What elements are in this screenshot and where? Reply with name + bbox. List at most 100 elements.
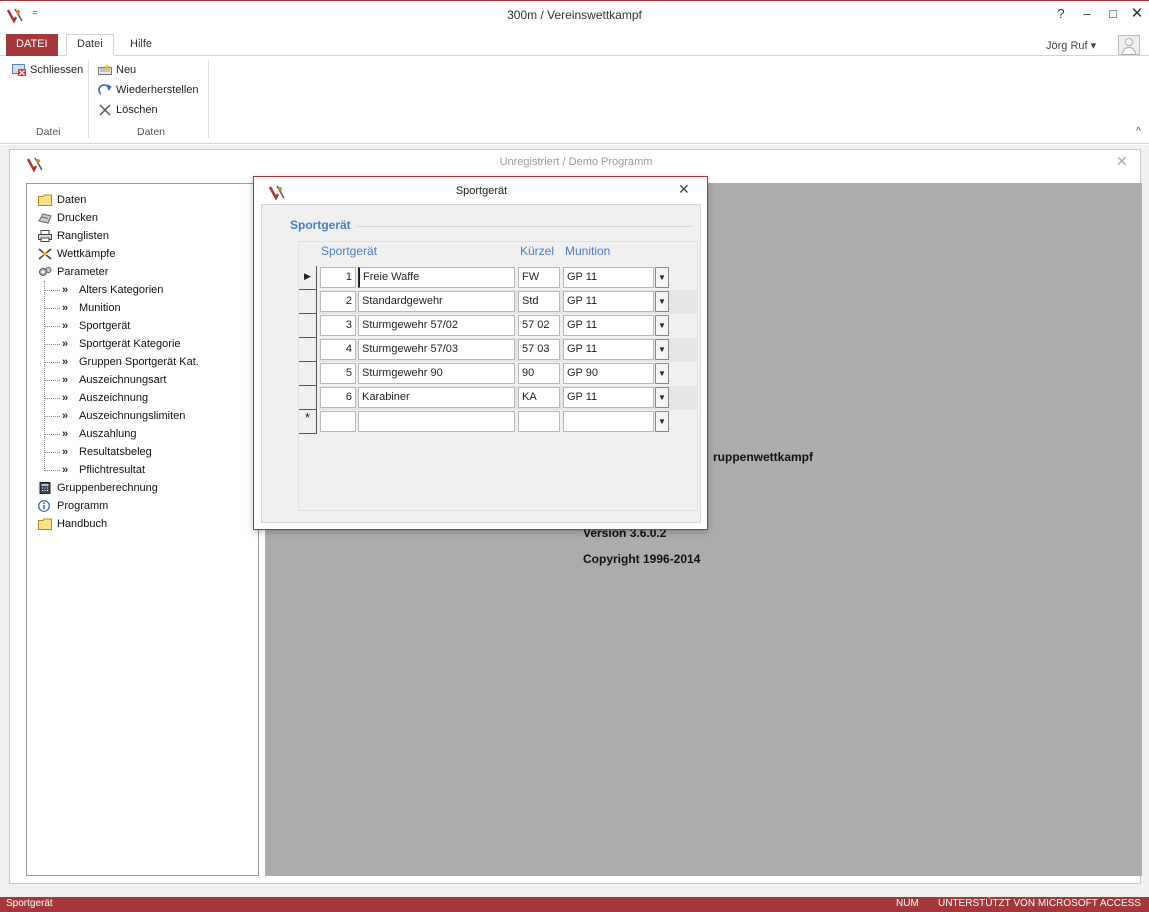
kuerzel-field[interactable]: 57 02 <box>518 315 560 336</box>
nav-subitem-resultatsbeleg[interactable]: » Resultatsbeleg <box>38 443 199 461</box>
kuerzel-field[interactable] <box>518 411 560 432</box>
kuerzel-field[interactable]: 57 03 <box>518 339 560 360</box>
dropdown-arrow-icon[interactable]: ▼ <box>655 411 669 432</box>
munition-select[interactable]: GP 90 <box>563 363 654 384</box>
nr-cell: 4 <box>320 339 356 360</box>
current-record-icon[interactable]: ▶ <box>299 266 317 290</box>
kuerzel-field[interactable]: FW <box>518 267 560 288</box>
tab-file[interactable]: DATEI <box>6 34 58 56</box>
name-field[interactable]: Sturmgewehr 57/02 <box>358 315 515 336</box>
new-record-icon[interactable]: * <box>299 410 317 434</box>
form-close-button[interactable]: ✕ <box>1116 153 1128 170</box>
ribbon-tab-bar: DATEI Datei Hilfe Jörg Ruf ▾ <box>0 30 1149 56</box>
nav-subitem-auszahlung[interactable]: » Auszahlung <box>38 425 199 443</box>
nav-subitem-label: Munition <box>79 302 121 314</box>
nav-item-gruppenberechnung[interactable]: Gruppenberechnung <box>38 479 199 497</box>
nr-cell: 1 <box>320 267 356 288</box>
delete-button[interactable]: Löschen <box>98 104 158 116</box>
kuerzel-field[interactable]: KA <box>518 387 560 408</box>
nav-subitem-sportgeraet-kategorie[interactable]: » Sportgerät Kategorie <box>38 335 199 353</box>
dropdown-arrow-icon[interactable]: ▼ <box>655 363 669 384</box>
nav-item-handbuch[interactable]: Handbuch <box>38 515 199 533</box>
nr-cell: 6 <box>320 387 356 408</box>
nav-item-label: Drucken <box>57 212 98 224</box>
user-name: Jörg Ruf <box>1046 40 1088 52</box>
user-account-menu[interactable]: Jörg Ruf ▾ <box>1046 39 1096 52</box>
nav-item-label: Wettkämpfe <box>57 248 116 260</box>
tab-datei[interactable]: Datei <box>66 34 114 56</box>
refresh-button[interactable]: Wiederherstellen <box>98 84 199 96</box>
table-row[interactable]: ▶ 1 Freie Waffe FW GP 11 ▼ <box>299 266 697 290</box>
name-field[interactable]: Freie Waffe <box>358 267 515 288</box>
collapse-ribbon-icon[interactable]: ^ <box>1136 126 1141 137</box>
munition-select[interactable]: GP 11 <box>563 315 654 336</box>
close-button[interactable]: ✕ <box>1126 4 1148 22</box>
dropdown-arrow-icon[interactable]: ▼ <box>655 387 669 408</box>
nav-subitem-alters-kategorien[interactable]: » Alters Kategorien <box>38 281 199 299</box>
kuerzel-field[interactable]: Std <box>518 291 560 312</box>
chevron-right-icon: » <box>62 320 69 332</box>
record-selector[interactable] <box>299 386 317 410</box>
nav-subitem-munition[interactable]: » Munition <box>38 299 199 317</box>
nav-item-parameter[interactable]: Parameter <box>38 263 199 281</box>
folder-icon <box>38 194 52 206</box>
tab-hilfe[interactable]: Hilfe <box>120 35 162 56</box>
record-selector[interactable] <box>299 362 317 386</box>
nr-cell: 2 <box>320 291 356 312</box>
nav-subitem-auszeichnungslimiten[interactable]: » Auszeichnungslimiten <box>38 407 199 425</box>
record-selector[interactable] <box>299 290 317 314</box>
nav-item-programm[interactable]: Programm <box>38 497 199 515</box>
new-record-icon <box>98 64 112 75</box>
munition-select[interactable]: GP 11 <box>563 339 654 360</box>
dropdown-arrow-icon[interactable]: ▼ <box>655 315 669 336</box>
minimize-button[interactable]: – <box>1076 6 1098 21</box>
nav-subitem-auszeichnung[interactable]: » Auszeichnung <box>38 389 199 407</box>
kuerzel-field[interactable]: 90 <box>518 363 560 384</box>
close-form-button[interactable]: Schliessen <box>12 64 83 76</box>
avatar[interactable] <box>1118 35 1140 55</box>
nav-item-daten[interactable]: Daten <box>38 191 199 209</box>
calculator-icon <box>39 482 51 494</box>
record-selector[interactable] <box>299 314 317 338</box>
record-selector[interactable] <box>299 338 317 362</box>
name-field[interactable]: Karabiner <box>358 387 515 408</box>
help-button[interactable]: ? <box>1050 6 1072 21</box>
name-field[interactable]: Standardgewehr <box>358 291 515 312</box>
munition-select[interactable] <box>563 411 654 432</box>
munition-select[interactable]: GP 11 <box>563 291 654 312</box>
table-row[interactable]: 3 Sturmgewehr 57/02 57 02 GP 11 ▼ <box>299 314 697 338</box>
dropdown-arrow-icon[interactable]: ▼ <box>655 267 669 288</box>
nav-subitem-label: Gruppen Sportgerät Kat. <box>79 356 199 368</box>
new-record-button[interactable]: Neu <box>98 64 136 76</box>
name-field[interactable]: Sturmgewehr 57/03 <box>358 339 515 360</box>
nav-subitem-gruppen-sportgeraet-kat[interactable]: » Gruppen Sportgerät Kat. <box>38 353 199 371</box>
chevron-right-icon: » <box>62 338 69 350</box>
table-row[interactable]: 4 Sturmgewehr 57/03 57 03 GP 11 ▼ <box>299 338 697 362</box>
chevron-right-icon: » <box>62 356 69 368</box>
dropdown-arrow-icon[interactable]: ▼ <box>655 339 669 360</box>
dialog-close-button[interactable]: ✕ <box>678 181 690 198</box>
name-field[interactable]: Sturmgewehr 90 <box>358 363 515 384</box>
table-row[interactable]: 6 Karabiner KA GP 11 ▼ <box>299 386 697 410</box>
nav-subitem-pflichtresultat[interactable]: » Pflichtresultat <box>38 461 199 479</box>
table-row[interactable]: 2 Standardgewehr Std GP 11 ▼ <box>299 290 697 314</box>
nav-subitem-label: Auszeichnungslimiten <box>79 410 186 422</box>
nav-subitem-label: Auszeichnung <box>79 392 149 404</box>
name-field[interactable] <box>358 411 515 432</box>
new-record-row[interactable]: * ▼ <box>299 410 697 434</box>
nav-subitem-sportgeraet[interactable]: » Sportgerät <box>38 317 199 335</box>
maximize-button[interactable]: □ <box>1102 6 1124 21</box>
nav-item-ranglisten[interactable]: Ranglisten <box>38 227 199 245</box>
chevron-right-icon: » <box>62 410 69 422</box>
nav-item-wettkaempfe[interactable]: Wettkämpfe <box>38 245 199 263</box>
dropdown-arrow-icon[interactable]: ▼ <box>655 291 669 312</box>
ribbon: Schliessen Neu Wiederherstellen Löschen … <box>0 56 1149 144</box>
munition-select[interactable]: GP 11 <box>563 267 654 288</box>
nav-subitem-auszeichnungsart[interactable]: » Auszeichnungsart <box>38 371 199 389</box>
refresh-label: Wiederherstellen <box>116 84 199 96</box>
nav-item-drucken[interactable]: Drucken <box>38 209 199 227</box>
table-row[interactable]: 5 Sturmgewehr 90 90 GP 90 ▼ <box>299 362 697 386</box>
close-form-label: Schliessen <box>30 64 84 76</box>
munition-select[interactable]: GP 11 <box>563 387 654 408</box>
nav-subitem-label: Auszeichnungsart <box>79 374 167 386</box>
